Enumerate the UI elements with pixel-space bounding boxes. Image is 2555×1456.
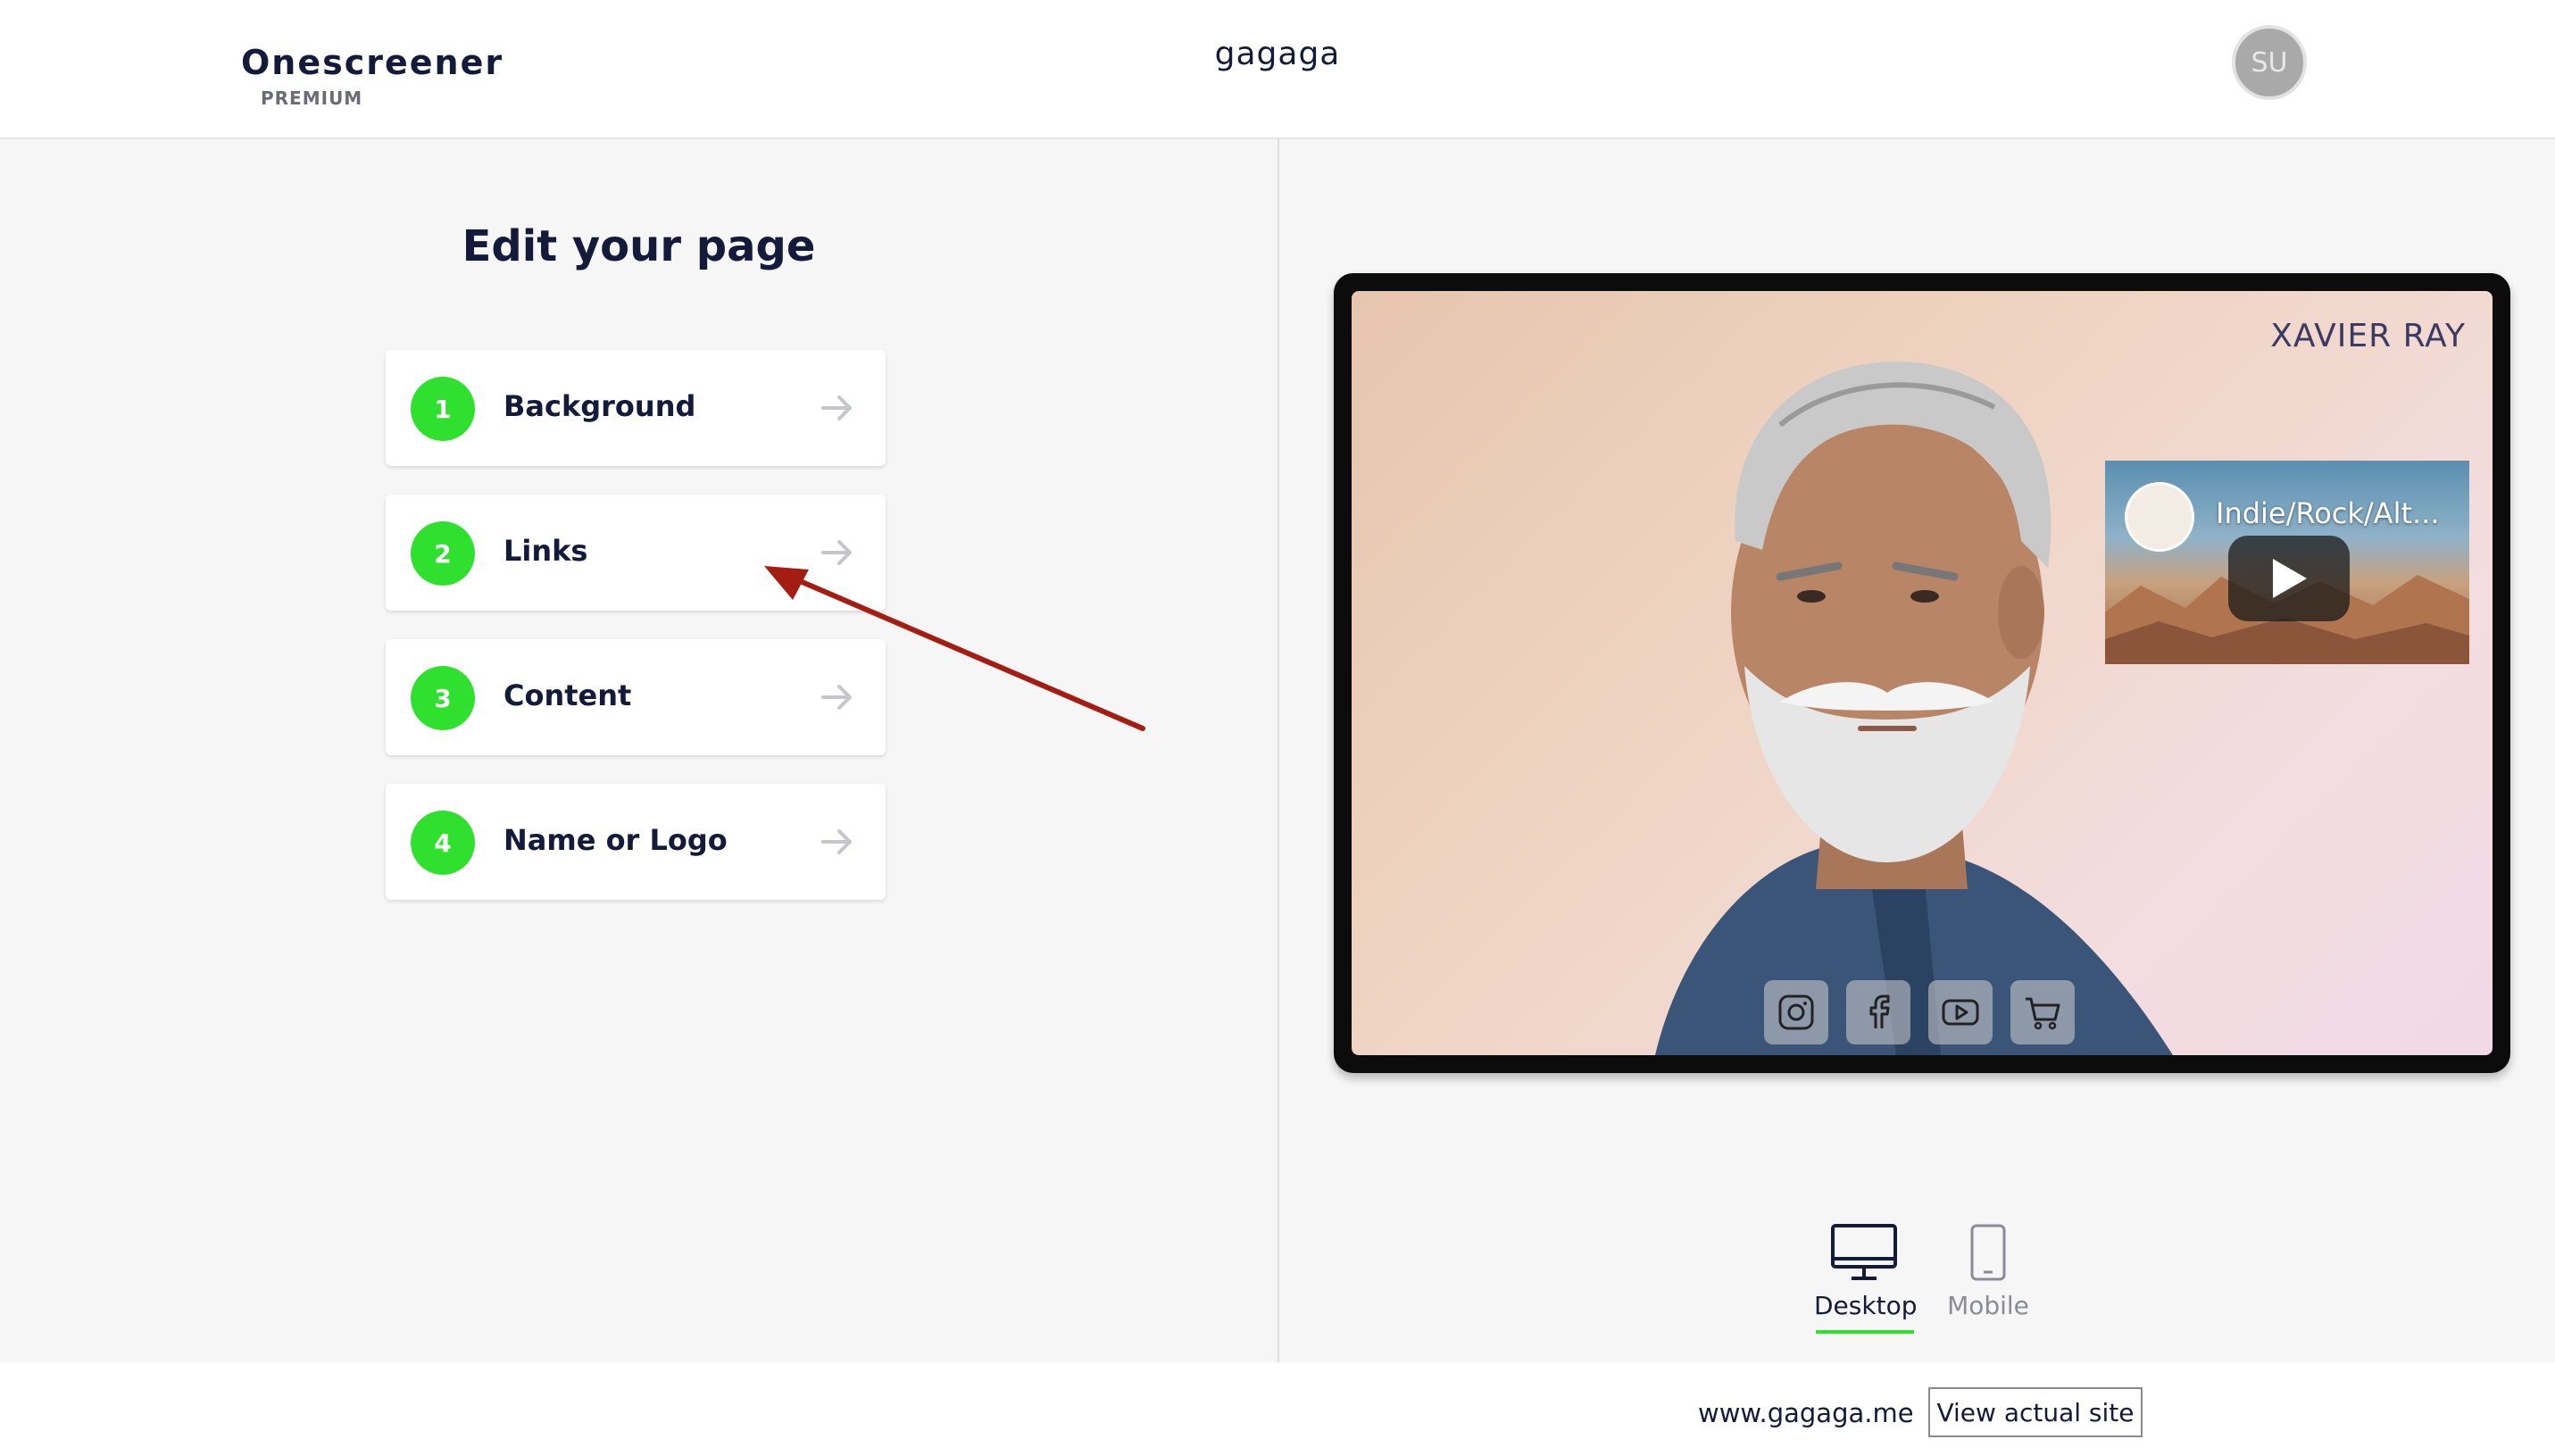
play-button[interactable] — [2228, 536, 2350, 621]
step-label: Name or Logo — [504, 823, 728, 857]
video-embed[interactable]: Indie/Rock/Alt... — [2105, 461, 2469, 664]
brand-tier-badge: PREMIUM — [261, 87, 363, 109]
active-view-indicator — [1816, 1330, 1914, 1334]
cart-icon — [2026, 997, 2060, 1030]
avatar[interactable]: SU — [2232, 25, 2307, 100]
step-name-or-logo[interactable]: 4 Name or Logo — [386, 784, 886, 900]
portrait-image — [1655, 362, 2173, 1055]
page-title: Edit your page — [462, 221, 816, 271]
social-links-bar — [1764, 980, 2075, 1048]
arrow-right-icon — [821, 829, 852, 854]
video-title: Indie/Rock/Alt... — [2216, 496, 2440, 530]
site-url: www.gagaga.me — [1698, 1398, 1914, 1428]
annotation-arrow — [764, 566, 1145, 731]
desktop-preview-frame: XAVIER RAY Indie/Rock/Alt... — [1334, 273, 2510, 1073]
step-number-badge: 1 — [411, 377, 475, 441]
facebook-icon — [1869, 994, 1890, 1028]
desktop-view-toggle[interactable]: Desktop — [1814, 1223, 1918, 1320]
instagram-link[interactable] — [1764, 980, 1828, 1044]
step-number-badge: 4 — [411, 811, 475, 875]
preview-screen: XAVIER RAY Indie/Rock/Alt... — [1352, 291, 2493, 1055]
site-title: gagaga — [1214, 36, 1341, 72]
footer-bar: www.gagaga.me View actual site — [0, 1362, 2555, 1456]
top-header: Onescreener PREMIUM gagaga SU — [0, 0, 2555, 139]
panel-divider — [1278, 139, 1279, 1362]
play-icon — [2273, 559, 2307, 598]
facebook-link[interactable] — [1846, 980, 1910, 1044]
step-label: Background — [504, 389, 696, 423]
arrow-right-icon — [821, 395, 852, 420]
mobile-view-toggle[interactable]: Mobile — [1941, 1223, 2035, 1320]
step-number-badge: 2 — [411, 521, 475, 586]
mobile-label: Mobile — [1947, 1291, 2029, 1320]
youtube-link[interactable] — [1928, 980, 1993, 1044]
youtube-icon — [1942, 999, 1979, 1026]
desktop-label: Desktop — [1814, 1291, 1918, 1320]
desktop-monitor-icon — [1831, 1224, 1897, 1280]
shop-link[interactable] — [2010, 980, 2075, 1044]
instagram-icon — [1778, 994, 1814, 1030]
step-label: Links — [504, 534, 588, 568]
channel-avatar — [2125, 482, 2194, 552]
step-label: Content — [504, 678, 632, 712]
view-actual-site-button[interactable]: View actual site — [1928, 1387, 2143, 1437]
mobile-phone-icon — [1970, 1224, 2006, 1281]
preview-artist-name: XAVIER RAY — [2270, 318, 2466, 354]
step-number-badge: 3 — [411, 666, 475, 730]
step-background[interactable]: 1 Background — [386, 350, 886, 466]
